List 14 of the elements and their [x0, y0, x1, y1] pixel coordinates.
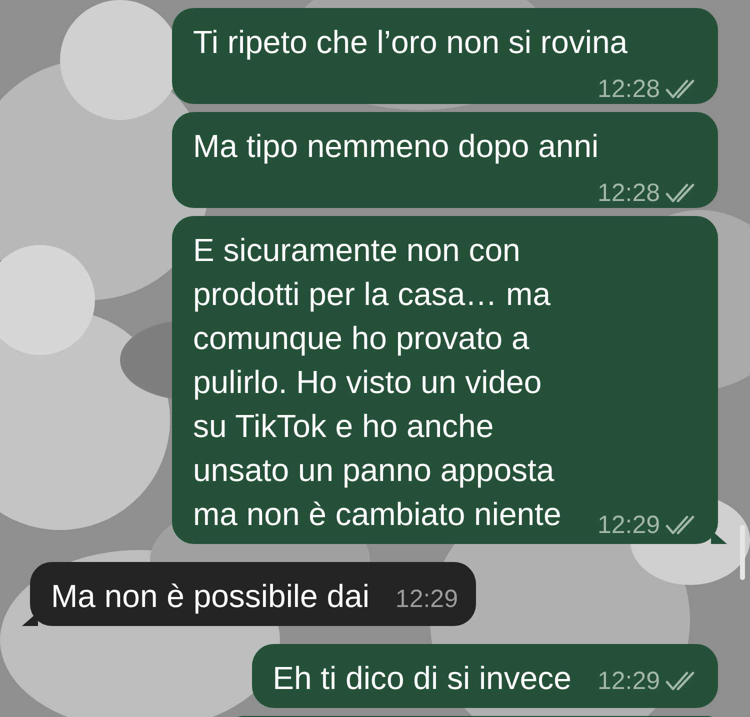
message-text: Eh ti dico di si invece [272, 660, 572, 696]
message-bubble[interactable]: Eh ti dico di si invece 12:29 [252, 644, 718, 708]
message-time: 12:29 [597, 666, 660, 696]
message-time: 12:28 [597, 74, 660, 104]
message-text: Ma tipo nemmeno dopo anni [193, 128, 599, 164]
message-time: 12:28 [597, 178, 660, 208]
message-bubble[interactable]: Ma tipo nemmeno dopo anni 12:28 [172, 112, 718, 208]
message-text: Ma non è possibile dai [51, 578, 370, 614]
message-text: Ti ripeto che l’oro non si rovina [193, 24, 628, 60]
message-time: 12:29 [597, 510, 660, 540]
message-text: E sicuramente non con prodotti per la casa… ma comunque ho provato a pulirlo. Ho visto un video su TikTok e ho anche unsato un panno apposta ma non è cambiato niente [193, 231, 562, 534]
scrollbar[interactable] [740, 525, 745, 580]
message-bubble[interactable]: Ti ripeto che l’oro non si rovina 12:28 [172, 8, 718, 104]
message-time: 12:29 [395, 584, 458, 614]
